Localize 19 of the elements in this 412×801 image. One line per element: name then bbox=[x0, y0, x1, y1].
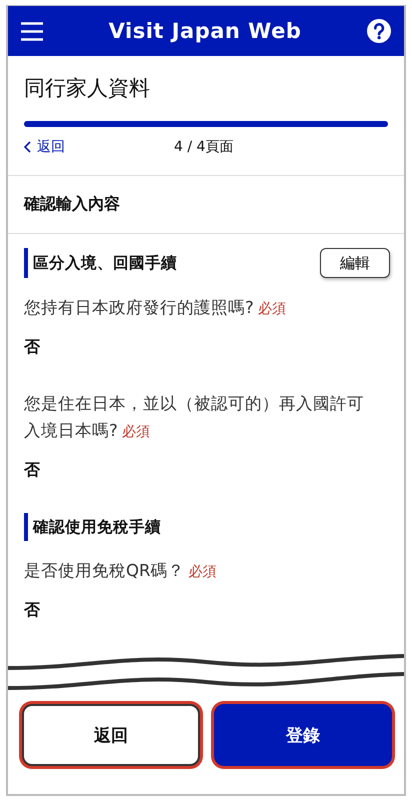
register-button[interactable]: 登錄 bbox=[214, 704, 392, 766]
page-count: 4 / 4頁面 bbox=[174, 138, 234, 156]
page-title: 同行家人資料 bbox=[24, 75, 151, 102]
back-button[interactable]: 返回 bbox=[22, 704, 200, 766]
app-title: Visit Japan Web bbox=[108, 19, 302, 43]
answer-text: 否 bbox=[24, 460, 41, 481]
question-text: 您持有日本政府發行的護照嗎? 必須 bbox=[24, 297, 287, 319]
answer-text: 否 bbox=[24, 600, 41, 621]
question-text: 您是住在日本，並以（被認可的）再入國許可入境日本嗎? 必須 bbox=[24, 393, 365, 442]
chevron-icon bbox=[24, 141, 31, 153]
section-title: 確認使用免稅手續 bbox=[33, 516, 161, 538]
question-text: 是否使用免稅QR碼？ 必須 bbox=[24, 560, 218, 582]
menu-icon[interactable] bbox=[21, 22, 43, 40]
section-title: 區分入境、回國手續 bbox=[33, 252, 177, 274]
back-link[interactable]: 返回 bbox=[24, 138, 174, 156]
help-icon[interactable] bbox=[367, 19, 391, 43]
section-heading: 確認輸入內容 bbox=[24, 194, 121, 215]
edit-button[interactable]: 編輯 bbox=[320, 248, 390, 278]
answer-text: 否 bbox=[24, 337, 41, 358]
